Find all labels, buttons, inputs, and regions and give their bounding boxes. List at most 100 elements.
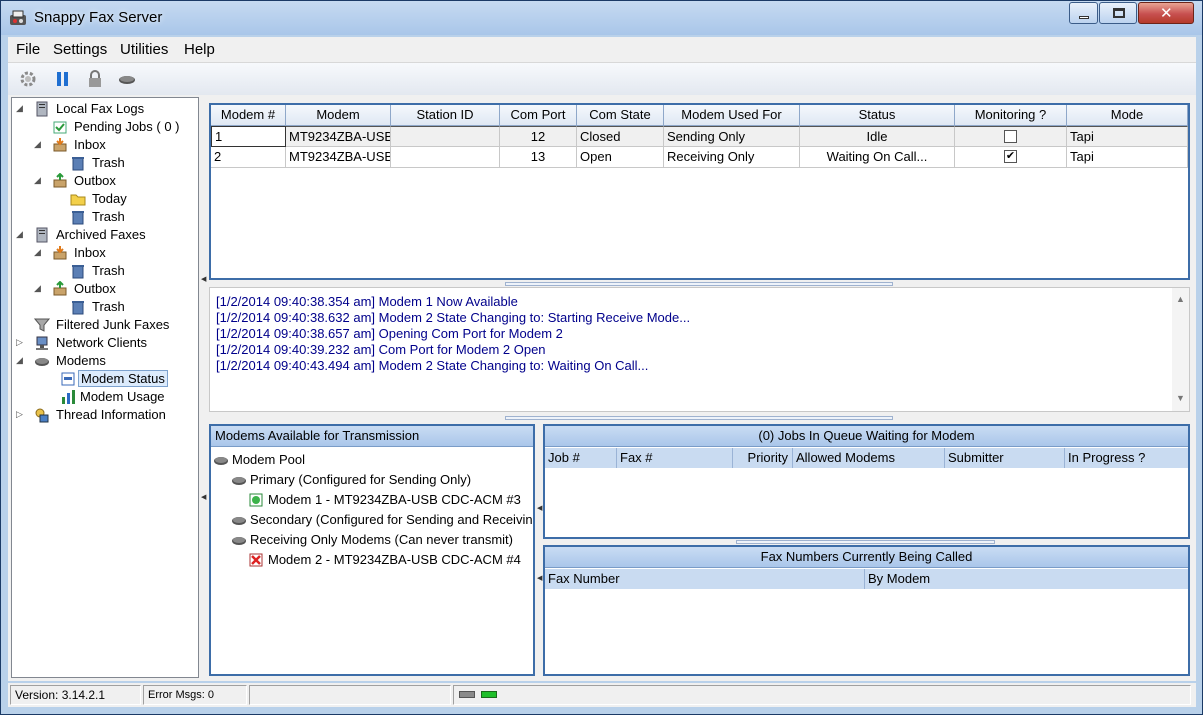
splitter-grip[interactable] <box>505 416 893 420</box>
trash-icon <box>72 211 84 225</box>
title-bar[interactable]: Snappy Fax Server ✕ <box>1 1 1202 35</box>
col-priority[interactable]: Priority <box>733 448 793 468</box>
menu-utilities[interactable]: Utilities <box>120 41 168 58</box>
collapse-icon[interactable]: ◢ <box>34 247 41 258</box>
monitoring-checkbox-1[interactable] <box>1004 130 1017 144</box>
col-fax-number[interactable]: Fax Number <box>545 569 865 589</box>
col-by-modem[interactable]: By Modem <box>865 569 1188 589</box>
collapse-icon[interactable]: ◢ <box>34 139 41 150</box>
close-button[interactable]: ✕ <box>1138 2 1194 24</box>
tree-inbox[interactable]: ◢ Inbox <box>34 136 194 154</box>
tree-label: Today <box>92 191 127 206</box>
status-panel <box>249 685 451 705</box>
log-line: [1/2/2014 09:40:38.657 am] Opening Com P… <box>216 326 563 341</box>
queue-header: Job # Fax # Priority Allowed Modems Subm… <box>545 448 1188 468</box>
tree-archived-inbox-trash[interactable]: Trash <box>52 262 192 280</box>
col-station-id[interactable]: Station ID <box>391 105 500 126</box>
col-modem[interactable]: Modem <box>286 105 391 126</box>
col-modem-num[interactable]: Modem # <box>211 105 286 126</box>
col-com-port[interactable]: Com Port <box>500 105 577 126</box>
tree-label: Pending Jobs ( 0 ) <box>74 119 180 134</box>
col-allowed-modems[interactable]: Allowed Modems <box>793 448 945 468</box>
primary-group-node[interactable]: Primary (Configured for Sending Only) <box>231 472 531 488</box>
tree-outbox[interactable]: ◢ Outbox <box>34 172 194 190</box>
expand-icon[interactable]: ▷ <box>16 337 23 348</box>
col-monitoring[interactable]: Monitoring ? <box>955 105 1067 126</box>
tree-filtered-junk[interactable]: Filtered Junk Faxes <box>16 316 196 334</box>
fax-numbers-calling-panel: Fax Numbers Currently Being Called Fax N… <box>543 545 1190 676</box>
scroll-up-icon[interactable]: ▲ <box>1176 294 1185 304</box>
receiving-only-group-node[interactable]: Receiving Only Modems (Can never transmi… <box>231 532 531 548</box>
modem-icon[interactable] <box>116 69 138 89</box>
modem-1-node[interactable]: Modem 1 - MT9234ZBA-USB CDC-ACM #3 <box>249 492 539 508</box>
splitter-left-arrow[interactable]: ◀ <box>537 574 542 582</box>
tree-label: Secondary (Configured for Sending and Re… <box>250 512 533 527</box>
col-job-num[interactable]: Job # <box>545 448 617 468</box>
tree-archived-outbox-trash[interactable]: Trash <box>52 298 192 316</box>
usage-icon <box>62 390 75 404</box>
tree-pending-jobs[interactable]: Pending Jobs ( 0 ) <box>34 118 194 136</box>
monitoring-checkbox-2[interactable]: ✔ <box>1004 150 1017 164</box>
splitter-grip[interactable] <box>505 282 893 286</box>
tree-archived-outbox[interactable]: ◢ Outbox <box>34 280 194 298</box>
pause-icon[interactable] <box>52 69 74 89</box>
tree-modem-status[interactable]: Modem Status <box>34 370 194 388</box>
col-status[interactable]: Status <box>800 105 955 126</box>
col-fax-num[interactable]: Fax # <box>617 448 733 468</box>
horizontal-splitter[interactable] <box>209 415 1190 421</box>
tree-modems[interactable]: ◢ Modems <box>16 352 196 370</box>
collapse-icon[interactable]: ◢ <box>16 103 23 114</box>
tree-outbox-today[interactable]: Today <box>52 190 192 208</box>
tree-network-clients[interactable]: ▷ Network Clients <box>16 334 196 352</box>
minimize-button[interactable] <box>1069 2 1098 24</box>
splitter-grip[interactable] <box>736 540 995 544</box>
cell-modem-used-for: Sending Only <box>664 126 800 147</box>
modem-2-node[interactable]: Modem 2 - MT9234ZBA-USB CDC-ACM #4 <box>249 552 539 568</box>
col-mode[interactable]: Mode <box>1067 105 1188 126</box>
modem-pool-node[interactable]: Modem Pool <box>213 452 513 468</box>
tree-modem-usage[interactable]: Modem Usage <box>34 388 194 406</box>
folder-icon <box>70 194 86 206</box>
col-in-progress[interactable]: In Progress ? <box>1065 448 1188 468</box>
tree-inbox-trash[interactable]: Trash <box>52 154 192 172</box>
vertical-splitter[interactable]: ◀ ◀ <box>201 97 207 678</box>
tree-thread-information[interactable]: ▷ Thread Information <box>16 406 196 424</box>
menu-settings[interactable]: Settings <box>53 41 107 58</box>
col-com-state[interactable]: Com State <box>577 105 664 126</box>
splitter-left-arrow[interactable]: ◀ <box>537 504 542 512</box>
menu-file[interactable]: File <box>16 41 40 58</box>
tree-archived-faxes[interactable]: ◢ Archived Faxes <box>16 226 196 244</box>
tree-label: Modem Usage <box>80 389 165 404</box>
collapse-icon[interactable]: ◢ <box>16 355 23 366</box>
col-modem-used-for[interactable]: Modem Used For <box>664 105 800 126</box>
tree-archived-inbox[interactable]: ◢ Inbox <box>34 244 194 262</box>
tree-outbox-trash[interactable]: Trash <box>52 208 192 226</box>
secondary-group-node[interactable]: Secondary (Configured for Sending and Re… <box>231 512 533 528</box>
menu-help[interactable]: Help <box>184 41 215 58</box>
collapse-icon[interactable]: ◢ <box>34 175 41 186</box>
expand-icon[interactable]: ▷ <box>16 409 23 420</box>
log-line: [1/2/2014 09:40:38.632 am] Modem 2 State… <box>216 310 691 325</box>
log-scrollbar[interactable]: ▲ ▼ <box>1172 288 1189 411</box>
maximize-button[interactable] <box>1099 2 1137 24</box>
splitter-left-arrow[interactable]: ◀ <box>201 493 206 501</box>
inbox-icon <box>53 138 67 152</box>
collapse-icon[interactable]: ◢ <box>34 283 41 294</box>
tree-label: Modem Pool <box>232 452 305 467</box>
version-label: Version: 3.14.2.1 <box>10 685 141 705</box>
col-submitter[interactable]: Submitter <box>945 448 1065 468</box>
splitter-left-arrow[interactable]: ◀ <box>201 275 206 283</box>
vertical-splitter[interactable]: ◀ ◀ <box>536 424 543 676</box>
calls-header: Fax Number By Modem <box>545 569 1188 589</box>
cell-mode: Tapi <box>1067 126 1188 147</box>
gear-icon[interactable] <box>17 69 39 89</box>
window-title: Snappy Fax Server <box>34 9 163 26</box>
collapse-icon[interactable]: ◢ <box>16 229 23 240</box>
modem-icon <box>214 457 228 465</box>
tree-local-fax-logs[interactable]: ◢ Local Fax Logs <box>16 100 196 118</box>
lock-icon[interactable] <box>84 69 106 89</box>
scroll-down-icon[interactable]: ▼ <box>1176 393 1185 403</box>
activity-log[interactable]: [1/2/2014 09:40:38.354 am] Modem 1 Now A… <box>209 287 1190 412</box>
modem-icon <box>35 358 49 366</box>
modem-closed-indicator-icon <box>459 691 475 698</box>
